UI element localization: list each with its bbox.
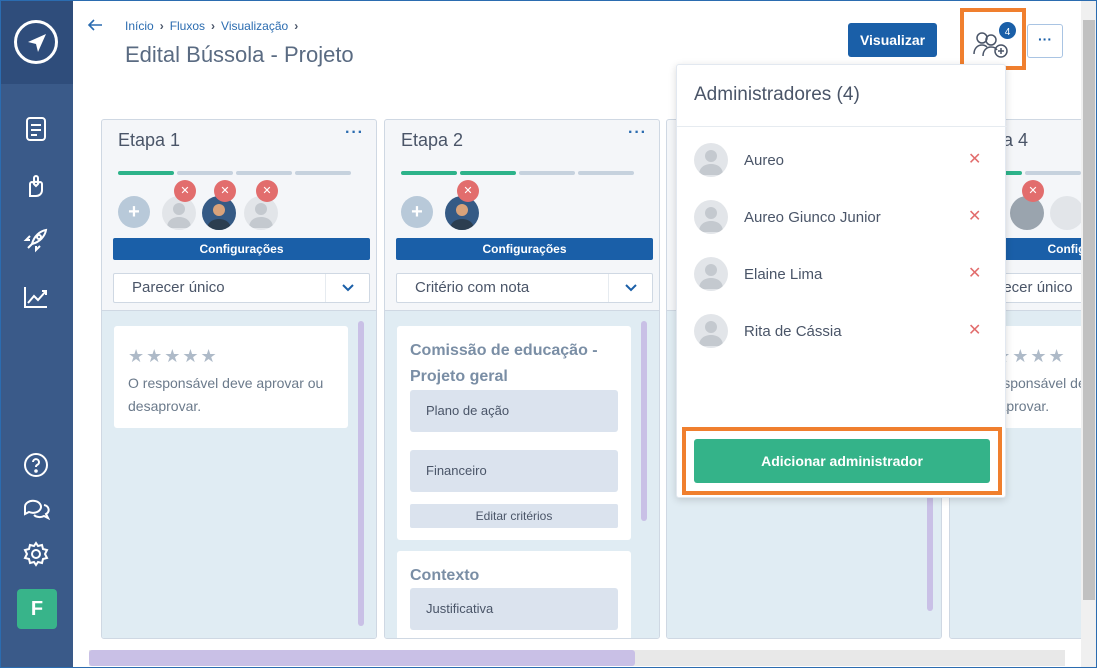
remove-avatar-icon[interactable]: ✕ (1022, 180, 1044, 202)
column-scrollbar[interactable] (641, 321, 647, 521)
page-title: Edital Bússola - Projeto (125, 42, 354, 67)
add-responsible-button[interactable]: + (118, 196, 150, 228)
document-icon[interactable] (22, 115, 50, 143)
settings-icon[interactable] (22, 540, 50, 568)
admin-count-badge: 4 (997, 20, 1018, 41)
column-etapa-1: Etapa 1 ··· + ✕ ✕ ✕ Configurações Parece… (101, 119, 377, 639)
remove-avatar-icon[interactable]: ✕ (457, 180, 479, 202)
avatar (244, 196, 278, 230)
column-etapa-2: Etapa 2 ··· + ✕ Configurações Critério c… (384, 119, 660, 639)
criteria-group-card[interactable]: Comissão de educação - Projeto geral Pla… (397, 326, 631, 540)
remove-admin-icon[interactable]: ✕ (968, 206, 981, 226)
criteria-group-title: Comissão de educação - Projeto geral (410, 342, 598, 385)
avatar (694, 257, 728, 291)
admins-button[interactable] (960, 8, 1026, 70)
configuracoes-button[interactable]: Configurações (396, 238, 653, 260)
card-description: O responsável deve aprovar ou desaprovar… (128, 375, 324, 414)
avatar (694, 314, 728, 348)
criteria-group-title: Contexto (410, 567, 480, 584)
admin-name: Rita de Cássia (744, 323, 842, 340)
chevron-down-icon (325, 274, 369, 302)
rocket-icon[interactable] (22, 226, 50, 254)
admin-name: Elaine Lima (744, 266, 823, 283)
progress-bar (118, 171, 351, 175)
avatar (694, 143, 728, 177)
add-responsible-button[interactable]: + (401, 196, 433, 228)
column-more-button[interactable]: ··· (345, 124, 364, 142)
avatar (202, 196, 236, 230)
hand-heart-icon[interactable] (22, 172, 50, 200)
remove-admin-icon[interactable]: ✕ (968, 320, 981, 340)
remove-admin-icon[interactable]: ✕ (968, 149, 981, 169)
column-title: Etapa 2 (401, 130, 464, 150)
admin-row: Rita de Cássia ✕ (694, 314, 994, 350)
breadcrumb: Início › Fluxos › Visualização › (125, 19, 299, 33)
logo-area (0, 0, 73, 84)
chat-icon[interactable] (22, 495, 51, 523)
breadcrumb-visualizacao[interactable]: Visualização (221, 19, 288, 33)
column-more-button[interactable]: ··· (628, 124, 647, 142)
column-title: Etapa 1 (118, 130, 181, 150)
administrators-panel: Administradores (4) Aureo ✕ Aureo Giunco… (676, 64, 1007, 498)
chevron-down-icon (608, 274, 652, 302)
compass-logo-icon[interactable] (14, 20, 58, 64)
breadcrumb-fluxos[interactable]: Fluxos (170, 19, 205, 33)
visualizar-button[interactable]: Visualizar (848, 23, 937, 57)
breadcrumb-inicio[interactable]: Início (125, 19, 154, 33)
column-body: Comissão de educação - Projeto geral Pla… (385, 310, 659, 638)
admin-name: Aureo (744, 152, 785, 169)
admin-row: Aureo Giunco Junior ✕ (694, 200, 994, 236)
sidebar: F (0, 0, 73, 668)
panel-title: Administradores (4) (694, 84, 860, 105)
back-arrow-icon[interactable] (86, 16, 104, 39)
window-vertical-scrollbar[interactable] (1081, 0, 1097, 668)
evaluation-type-select[interactable]: Critério com nota (396, 273, 653, 303)
remove-avatar-icon[interactable]: ✕ (256, 180, 278, 202)
remove-avatar-icon[interactable]: ✕ (174, 180, 196, 202)
column-body: ★★★★★ O responsável deve aprovar ou desa… (102, 310, 376, 638)
user-avatar[interactable]: F (17, 589, 57, 629)
admin-name: Aureo Giunco Junior (744, 209, 881, 226)
avatar (1010, 196, 1044, 230)
evaluation-type-select[interactable]: Parecer único (113, 273, 370, 303)
criteria-group-card[interactable]: Contexto Justificativa (397, 551, 631, 638)
avatar (1050, 196, 1081, 230)
editar-criterios-button[interactable]: Editar critérios (410, 504, 618, 528)
select-value: Parecer único (132, 279, 225, 296)
criterion-item[interactable]: Justificativa (410, 588, 618, 630)
criterion-item[interactable]: Plano de ação (410, 390, 618, 432)
remove-avatar-icon[interactable]: ✕ (214, 180, 236, 202)
add-admin-button[interactable]: Adicionar administrador (694, 439, 990, 483)
avatar (694, 200, 728, 234)
star-rating: ★★★★★ (128, 346, 219, 366)
avatar (162, 196, 196, 230)
chart-icon[interactable] (22, 283, 50, 311)
help-icon[interactable] (22, 451, 50, 479)
divider (677, 126, 1007, 127)
avatar (445, 196, 479, 230)
add-admin-highlight: Adicionar administrador (682, 427, 1002, 495)
criterion-item[interactable]: Financeiro (410, 450, 618, 492)
admin-row: Aureo ✕ (694, 143, 994, 179)
more-options-button[interactable]: ··· (1027, 24, 1063, 58)
horizontal-scrollbar[interactable] (89, 650, 635, 666)
remove-admin-icon[interactable]: ✕ (968, 263, 981, 283)
column-scrollbar[interactable] (358, 321, 364, 626)
admin-row: Elaine Lima ✕ (694, 257, 994, 293)
progress-bar (401, 171, 634, 175)
approval-card[interactable]: ★★★★★ O responsável deve aprovar ou desa… (114, 326, 348, 428)
configuracoes-button[interactable]: Configurações (113, 238, 370, 260)
select-value: Critério com nota (415, 279, 530, 296)
